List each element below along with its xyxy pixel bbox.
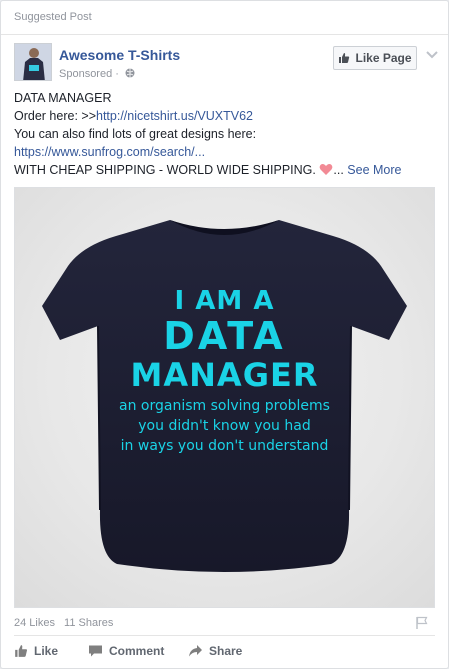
- post-image[interactable]: I AM A DATA MANAGER an organism solving …: [14, 187, 435, 608]
- shirt-line-1: I AM A: [174, 286, 275, 316]
- like-page-button[interactable]: Like Page: [333, 46, 417, 70]
- page-name-link[interactable]: Awesome T-Shirts: [59, 47, 180, 63]
- like-button[interactable]: Like: [14, 641, 88, 661]
- order-line: Order here: >>http://nicetshirt.us/VUXTV…: [14, 107, 435, 125]
- page-avatar[interactable]: [14, 43, 52, 81]
- heart-icon: [319, 164, 333, 175]
- like-icon: [15, 645, 28, 657]
- shirt-line-3: MANAGER: [130, 356, 319, 394]
- chevron-down-icon[interactable]: [425, 49, 439, 61]
- shipping-line: WITH CHEAP SHIPPING - WORLD WIDE SHIPPIN…: [14, 161, 435, 179]
- shirt-line-2: DATA: [163, 314, 286, 358]
- shirt-line-6: in ways you don't understand: [120, 438, 329, 454]
- order-prefix: Order here: >>: [14, 109, 96, 123]
- sunfrog-link[interactable]: https://www.sunfrog.com/search/...: [14, 145, 205, 159]
- globe-icon: [125, 68, 135, 78]
- see-more-link[interactable]: See More: [347, 163, 401, 177]
- comment-button[interactable]: Comment: [88, 641, 188, 661]
- like-page-label: Like Page: [355, 51, 412, 65]
- suggested-post-label: Suggested Post: [1, 1, 448, 35]
- sponsored-label[interactable]: Sponsored ·: [59, 68, 135, 80]
- post-title-line: DATA MANAGER: [14, 91, 112, 105]
- post-stats: 24 Likes 11 Shares: [14, 617, 119, 629]
- shares-count[interactable]: 11 Shares: [64, 617, 113, 629]
- order-link[interactable]: http://nicetshirt.us/VUXTV62: [96, 109, 253, 123]
- like-label: Like: [34, 644, 59, 658]
- share-label: Share: [209, 644, 243, 658]
- comment-icon: [89, 645, 102, 657]
- tshirt-image: I AM A DATA MANAGER an organism solving …: [15, 188, 434, 607]
- sponsored-text: Sponsored: [59, 68, 113, 80]
- post-header: Awesome T-Shirts Sponsored · Like Page: [1, 35, 448, 89]
- suggested-post-card: Suggested Post Awesome T-Shirts Sponsore…: [0, 0, 449, 669]
- ellipsis: ...: [333, 163, 344, 177]
- thumbs-up-icon: [339, 53, 350, 63]
- avatar-shirt-icon: [15, 44, 51, 80]
- shirt-line-4: an organism solving problems: [119, 398, 330, 414]
- post-text: DATA MANAGER Order here: >>http://nicets…: [1, 89, 448, 179]
- share-button[interactable]: Share: [188, 641, 242, 661]
- flag-icon[interactable]: [416, 616, 428, 630]
- comment-label: Comment: [109, 644, 165, 658]
- likes-count[interactable]: 24 Likes: [14, 617, 55, 629]
- more-designs-line: You can also find lots of great designs …: [14, 127, 257, 141]
- post-actions: Like Comment Share: [14, 641, 242, 661]
- action-divider: [14, 635, 435, 636]
- shipping-text: WITH CHEAP SHIPPING - WORLD WIDE SHIPPIN…: [14, 163, 316, 177]
- share-icon: [189, 645, 202, 657]
- sunfrog-line: https://www.sunfrog.com/search/...: [14, 143, 435, 161]
- shirt-line-5: you didn't know you had: [138, 418, 311, 434]
